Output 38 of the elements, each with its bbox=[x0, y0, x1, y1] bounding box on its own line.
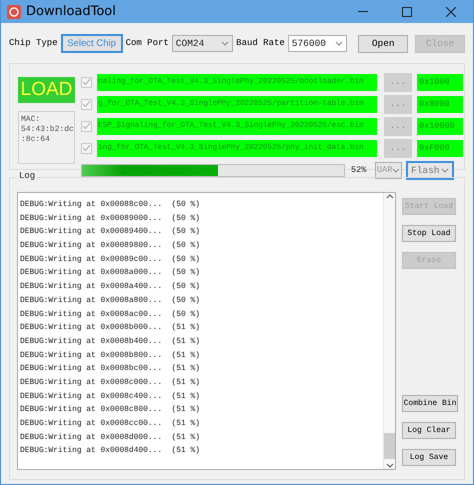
chip-type-label: Chip Type bbox=[9, 36, 58, 50]
browse-button[interactable]: ... bbox=[384, 116, 412, 136]
address-field[interactable]: 0x1000 bbox=[417, 74, 463, 90]
scrollbar[interactable] bbox=[383, 193, 395, 469]
window-title: DownloadTool bbox=[26, 4, 117, 19]
caret-icon bbox=[221, 41, 230, 46]
browse-button[interactable]: ... bbox=[384, 72, 412, 92]
com-port-dropdown[interactable]: COM24 bbox=[172, 35, 234, 52]
log-save-button[interactable]: Log Save bbox=[402, 449, 456, 466]
caret-icon bbox=[335, 41, 344, 46]
maximize-icon[interactable] bbox=[402, 6, 412, 16]
scrollbar-thumb[interactable] bbox=[384, 433, 395, 459]
browse-button[interactable]: ... bbox=[384, 94, 412, 114]
scroll-down-icon[interactable] bbox=[386, 462, 394, 469]
baud-rate-dropdown[interactable]: 576000 bbox=[288, 35, 348, 52]
stop-load-button[interactable]: Stop Load bbox=[402, 225, 456, 242]
open-button[interactable]: Open bbox=[358, 34, 408, 52]
load-indicator: LOAD bbox=[18, 77, 75, 103]
com-port-label: Com Port bbox=[126, 36, 169, 50]
mac-address-text: 54:43:b2:dc bbox=[21, 125, 72, 135]
mac-address-text: MAC: bbox=[21, 115, 42, 125]
close-icon[interactable] bbox=[446, 6, 456, 16]
select-chip-button[interactable]: Select Chip bbox=[60, 34, 123, 53]
address-field[interactable]: 0x10000 bbox=[417, 118, 463, 134]
target-dropdown[interactable]: Flash bbox=[406, 160, 454, 180]
combine-bin-button[interactable]: Combine Bin bbox=[402, 395, 458, 412]
log-clear-button[interactable]: Log Clear bbox=[402, 422, 456, 439]
address-field[interactable]: 0xF000 bbox=[417, 140, 463, 156]
progress-percent: 52% bbox=[351, 165, 368, 175]
scroll-up-icon[interactable] bbox=[386, 193, 394, 200]
browse-button[interactable]: ... bbox=[384, 138, 412, 158]
caret-icon bbox=[441, 168, 449, 172]
log-group-title: Log bbox=[17, 171, 38, 181]
caret-icon bbox=[392, 168, 400, 172]
app-icon bbox=[7, 4, 21, 18]
address-field[interactable]: 0x8000 bbox=[417, 96, 463, 112]
mac-address-text: :8c:64 bbox=[21, 135, 51, 145]
baud-rate-label: Baud Rate bbox=[236, 36, 285, 50]
